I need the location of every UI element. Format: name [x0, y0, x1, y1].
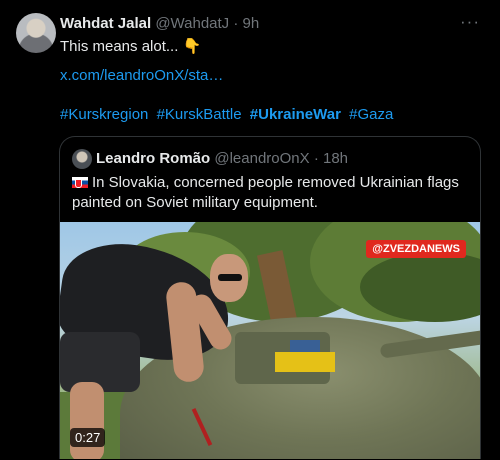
slovakia-flag-icon	[72, 177, 88, 188]
person-leg	[70, 382, 104, 459]
author-handle[interactable]: @WahdatJ	[155, 15, 229, 32]
quoted-tweet-text: In Slovakia, concerned people removed Uk…	[72, 174, 459, 211]
flag-paint-yellow	[275, 352, 335, 372]
tweet-header: Wahdat Jalal @WahdatJ · 9h	[60, 15, 259, 32]
sunglasses	[218, 274, 242, 281]
tweet-link[interactable]: x.com/leandroOnX/sta…	[60, 67, 223, 84]
video-player[interactable]: @ZVEZDANEWS 0:27	[60, 222, 480, 459]
author-avatar[interactable]	[16, 13, 56, 53]
hashtag-kurskregion[interactable]: #Kurskregion	[60, 106, 148, 123]
quoted-tweet-text-block: In Slovakia, concerned people removed Uk…	[72, 173, 468, 213]
tweet[interactable]: Wahdat Jalal @WahdatJ · 9h ··· This mean…	[0, 0, 500, 460]
hashtag-list: #Kurskregion #KurskBattle #UkraineWar #G…	[60, 106, 397, 123]
quoted-tweet[interactable]: Leandro Romão @leandroOnX · 18h In Slova…	[59, 136, 481, 459]
author-name[interactable]: Wahdat Jalal	[60, 15, 151, 32]
hashtag-ukrainewar[interactable]: #UkraineWar	[250, 106, 341, 123]
hashtag-kurskbattle[interactable]: #KurskBattle	[157, 106, 242, 123]
video-duration: 0:27	[70, 428, 106, 447]
tweet-time[interactable]: 9h	[243, 15, 260, 32]
quoted-author-handle[interactable]: @leandroOnX	[214, 150, 309, 167]
person-shorts	[60, 332, 140, 392]
quoted-author-name[interactable]: Leandro Romão	[96, 150, 210, 167]
zvezda-watermark: @ZVEZDANEWS	[366, 240, 466, 258]
quoted-tweet-time[interactable]: 18h	[323, 150, 348, 167]
quoted-tweet-header: Leandro Romão @leandroOnX · 18h	[96, 150, 348, 167]
hashtag-gaza[interactable]: #Gaza	[349, 106, 393, 123]
quoted-author-avatar[interactable]	[72, 149, 92, 169]
ellipsis-icon[interactable]: ···	[460, 12, 480, 32]
separator: ·	[233, 15, 239, 32]
tweet-text: This means alot... 👇	[60, 38, 202, 55]
separator: ·	[313, 150, 319, 167]
